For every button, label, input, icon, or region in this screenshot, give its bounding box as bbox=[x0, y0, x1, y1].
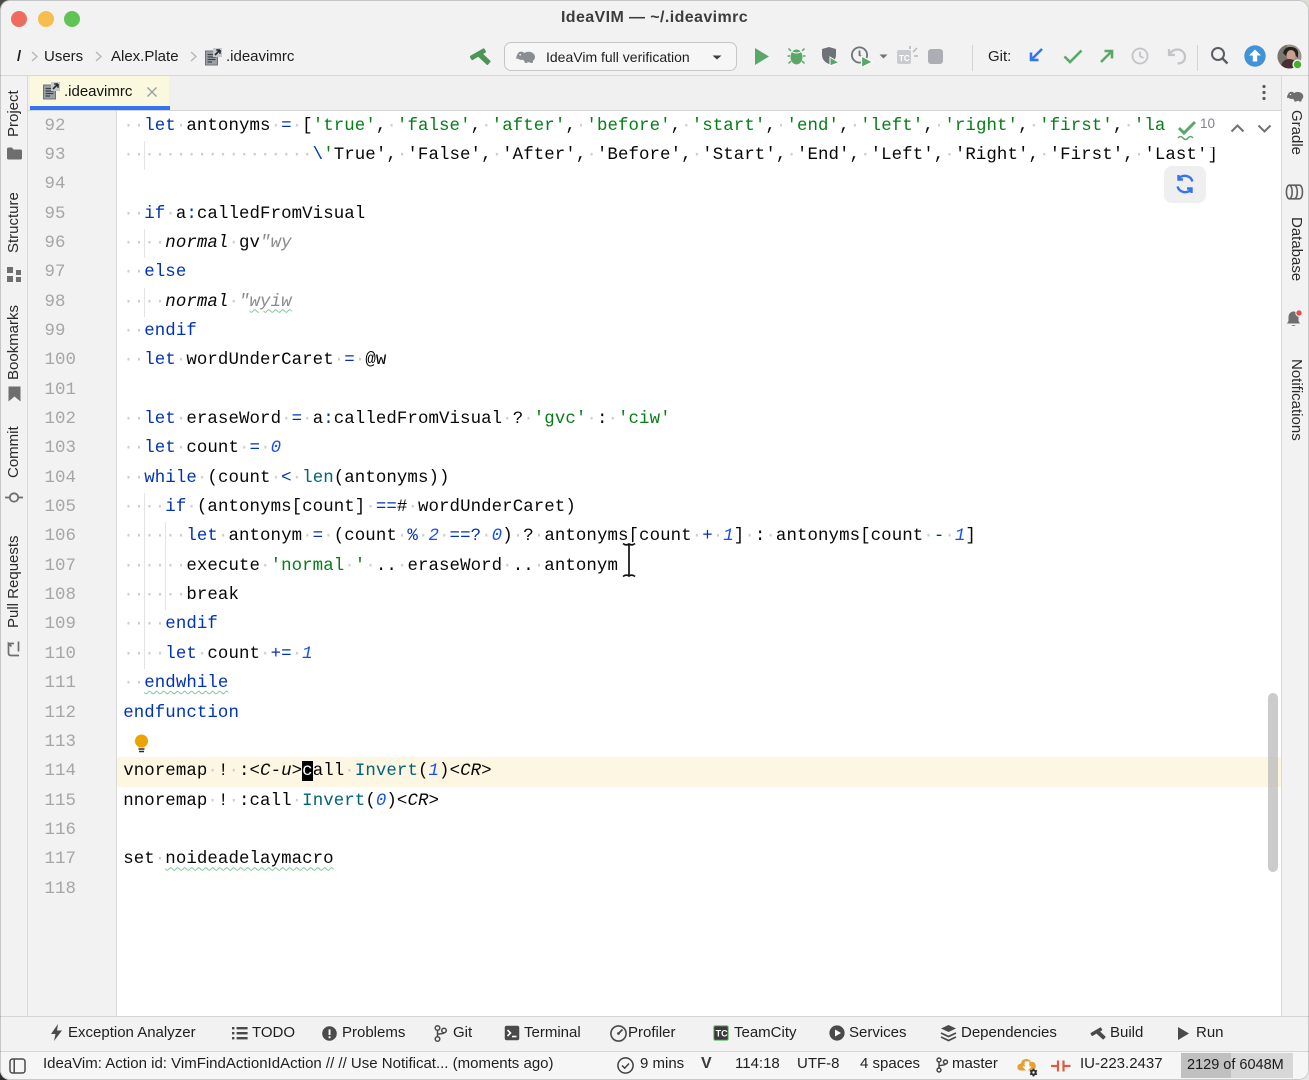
svg-text:TC: TC bbox=[716, 1029, 728, 1039]
svg-text:TC: TC bbox=[899, 54, 910, 63]
